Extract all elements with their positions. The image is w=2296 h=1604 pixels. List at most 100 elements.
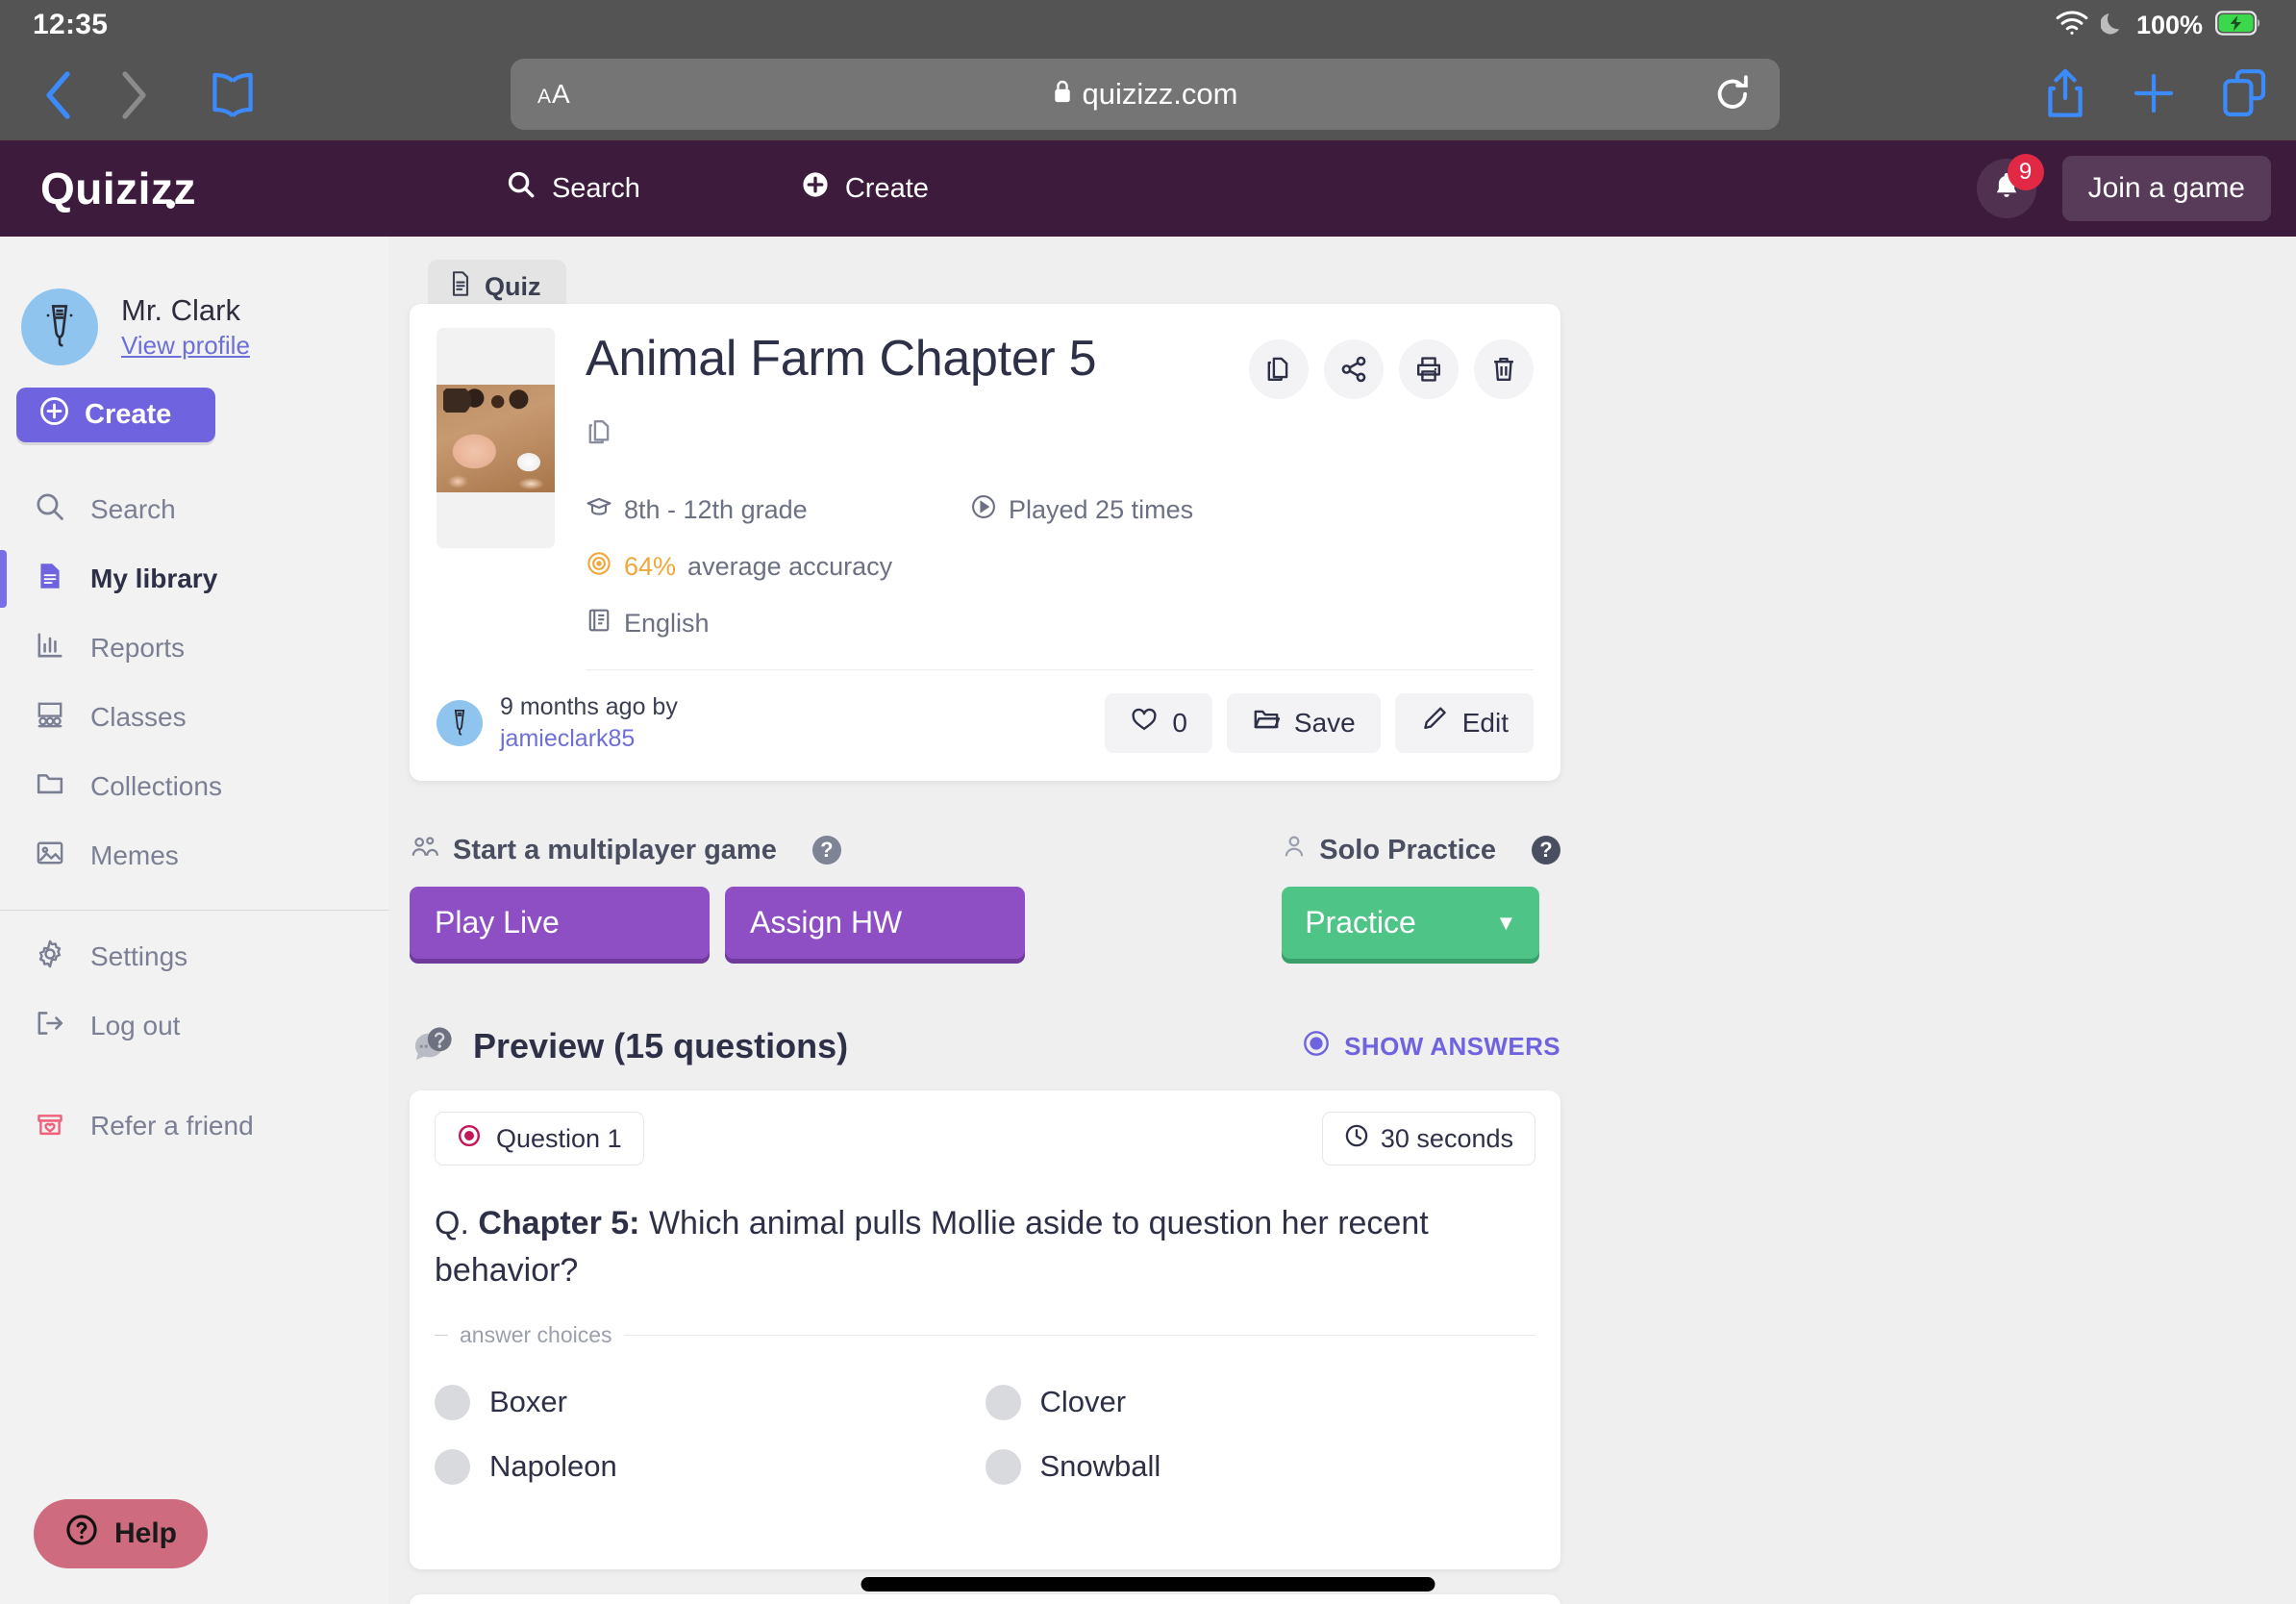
answer-choices-grid: Boxer Clover Napoleon Snowball [435,1384,1536,1485]
quiz-detail-card: Animal Farm Chapter 5 8th - 12th grade P… [410,304,1560,781]
solo-practice-title: Solo Practice [1319,834,1496,865]
pencil-icon [1420,706,1449,739]
play-live-button[interactable]: Play Live [410,887,710,959]
share-quiz-button[interactable] [1324,339,1384,399]
sidebar-item-log-out[interactable]: Log out [0,991,388,1061]
show-answers-button[interactable]: SHOW ANSWERS [1302,1029,1560,1065]
target-icon [586,550,612,584]
answer-choices-label: answer choices [460,1321,612,1347]
sidebar-nav: Search My library Reports Classes Collec… [0,475,388,890]
gear-icon [35,939,65,976]
choice-label: Snowball [1039,1449,1161,1484]
practice-label: Practice [1305,905,1416,940]
assign-hw-button[interactable]: Assign HW [725,887,1025,959]
question-card-next [410,1594,1560,1604]
author-name-link[interactable]: jamieclark85 [500,723,678,755]
sidebar-item-my-library[interactable]: My library [0,544,388,614]
answer-choice[interactable]: Boxer [435,1384,986,1420]
answer-choice[interactable]: Napoleon [435,1448,986,1485]
sidebar-item-label: Collections [90,771,222,801]
practice-button[interactable]: Practice ▼ [1282,887,1540,959]
sidebar-item-refer-a-friend[interactable]: Refer a friend [0,1091,388,1161]
play-section: Start a multiplayer game ? Play Live Ass… [410,833,1560,959]
choice-bullet-icon [985,1448,1021,1485]
quiz-info: Animal Farm Chapter 5 8th - 12th grade P… [586,328,1534,640]
quiz-grade-label: 8th - 12th grade [624,495,808,524]
notifications-button[interactable]: 9 [1976,154,2044,218]
graduation-cap-icon [586,493,612,527]
share-up-icon[interactable] [2044,66,2086,125]
header-create-link[interactable]: Create [802,171,929,206]
sidebar-item-classes[interactable]: Classes [0,683,388,752]
multiplayer-help-icon[interactable]: ? [811,836,841,865]
status-indicators: 100% [2056,11,2261,40]
quiz-card-footer: 9 months ago by jamieclark85 0 Save Edit [410,670,1560,781]
question-circle-icon [64,1513,99,1555]
chevron-down-icon[interactable]: ▼ [1495,911,1516,936]
quiz-played-label: Played 25 times [1009,495,1194,524]
sidebar-item-label: Classes [90,702,187,732]
answer-choices-divider: answer choices [435,1322,1535,1348]
header-search-link[interactable]: Search [507,170,640,207]
sidebar-item-settings[interactable]: Settings [0,922,388,991]
safari-toolbar: AA quizizz.com [0,50,2296,140]
author-time: 9 months ago by [500,693,678,720]
answer-choice[interactable]: Clover [985,1384,1536,1420]
bookmarks-icon[interactable] [196,59,269,132]
question-card-top: Question 1 30 seconds [410,1090,1560,1165]
solo-practice-heading: Solo Practice ? [1282,833,1560,867]
quiz-actions [1249,332,1534,399]
print-quiz-button[interactable] [1399,339,1459,399]
delete-quiz-button[interactable] [1474,339,1534,399]
copy-title-button[interactable] [586,417,1534,453]
document-icon [449,270,472,304]
header-search-label: Search [551,172,640,204]
url-bar[interactable]: AA quizizz.com [511,59,1780,130]
sidebar-item-label: Refer a friend [90,1111,254,1140]
back-button[interactable] [23,59,96,132]
solo-practice-group: Solo Practice ? Practice ▼ [1282,833,1560,959]
avatar [21,288,98,365]
join-a-game-button[interactable]: Join a game [2061,156,2271,221]
header-right-group: 9 Join a game [1976,154,2271,221]
folder-open-icon [1252,706,1281,739]
sidebar-create-button[interactable]: Create [16,388,215,442]
like-button[interactable]: 0 [1105,692,1212,753]
moon-icon [2100,11,2124,40]
save-button[interactable]: Save [1226,692,1381,753]
quiz-accuracy-label: average accuracy [687,552,893,581]
logout-icon [35,1008,65,1045]
solo-help-icon[interactable]: ? [1532,836,1560,865]
choice-label: Boxer [489,1385,567,1419]
home-indicator [861,1577,1435,1591]
quiz-language: English [586,607,970,640]
url-text-group: quizizz.com [511,77,1780,112]
edit-button[interactable]: Edit [1394,692,1534,753]
sidebar-item-reports[interactable]: Reports [0,614,388,683]
save-label: Save [1293,707,1356,738]
person-icon [1282,833,1307,867]
show-answers-label: SHOW ANSWERS [1344,1031,1560,1061]
sidebar-item-memes[interactable]: Memes [0,821,388,890]
choice-label: Napoleon [489,1449,617,1484]
question-bold-lead: Chapter 5: [478,1205,640,1241]
duplicate-quiz-button[interactable] [1249,339,1309,399]
sidebar-item-collections[interactable]: Collections [0,752,388,821]
author-info: 9 months ago by jamieclark85 [500,691,678,754]
profile-row[interactable]: Mr. Clark View profile [0,237,388,365]
answer-choice[interactable]: Snowball [985,1448,1536,1485]
document-icon [35,561,65,598]
bar-chart-icon [35,630,65,667]
ios-status-bar: 12:35 100% [0,0,2296,50]
question-number-label: Question 1 [496,1123,622,1153]
sidebar-item-search[interactable]: Search [0,475,388,544]
battery-charging-icon [2215,10,2261,40]
forward-button[interactable] [96,59,169,132]
tabs-icon[interactable] [2221,68,2267,123]
help-button[interactable]: Help [34,1499,209,1568]
safari-toolbar-right [2044,50,2267,140]
view-profile-link[interactable]: View profile [121,331,250,361]
quizizz-logo[interactable]: Quizizz [40,163,196,214]
plus-icon[interactable] [2133,70,2175,121]
status-time: 12:35 [33,9,109,40]
